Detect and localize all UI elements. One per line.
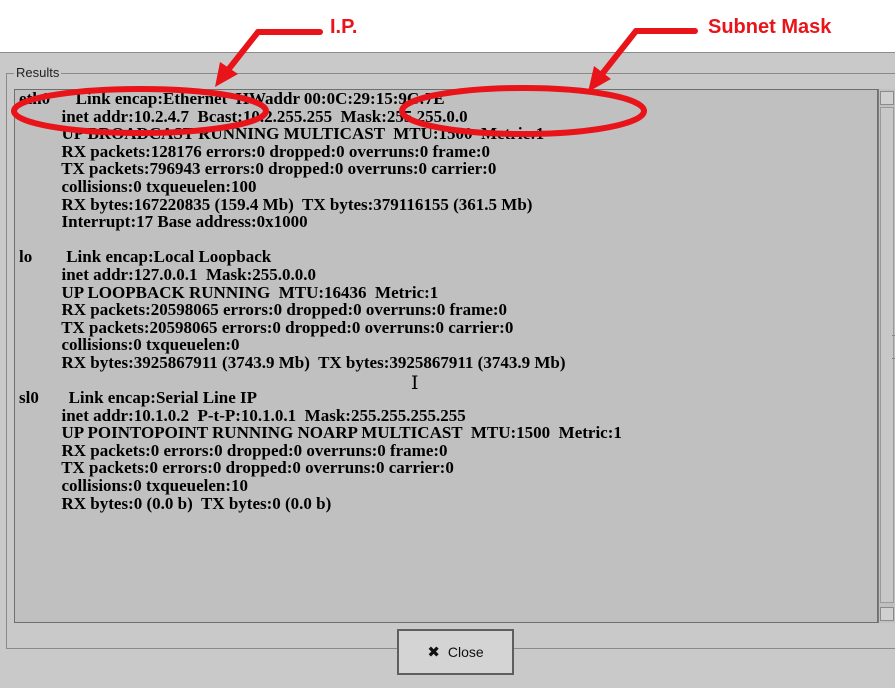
subnet-mask-annotation-label: Subnet Mask: [708, 16, 832, 38]
scroll-up-arrow[interactable]: [880, 91, 894, 105]
ifconfig-output: eth0 Link encap:Ethernet HWaddr 00:0C:29…: [19, 89, 622, 513]
results-text-area[interactable]: eth0 Link encap:Ethernet HWaddr 00:0C:29…: [14, 89, 878, 623]
close-button-label: Close: [447, 644, 484, 660]
scroll-down-arrow[interactable]: [880, 607, 894, 621]
results-dialog: Results eth0 Link encap:Ethernet HWaddr …: [0, 52, 895, 688]
text-cursor-icon: I: [411, 372, 419, 394]
x-icon: ✖: [427, 643, 440, 661]
results-groupbox-title: Results: [14, 65, 62, 80]
ip-annotation-label: I.P.: [330, 16, 358, 38]
close-button[interactable]: ✖ Close: [397, 629, 514, 675]
